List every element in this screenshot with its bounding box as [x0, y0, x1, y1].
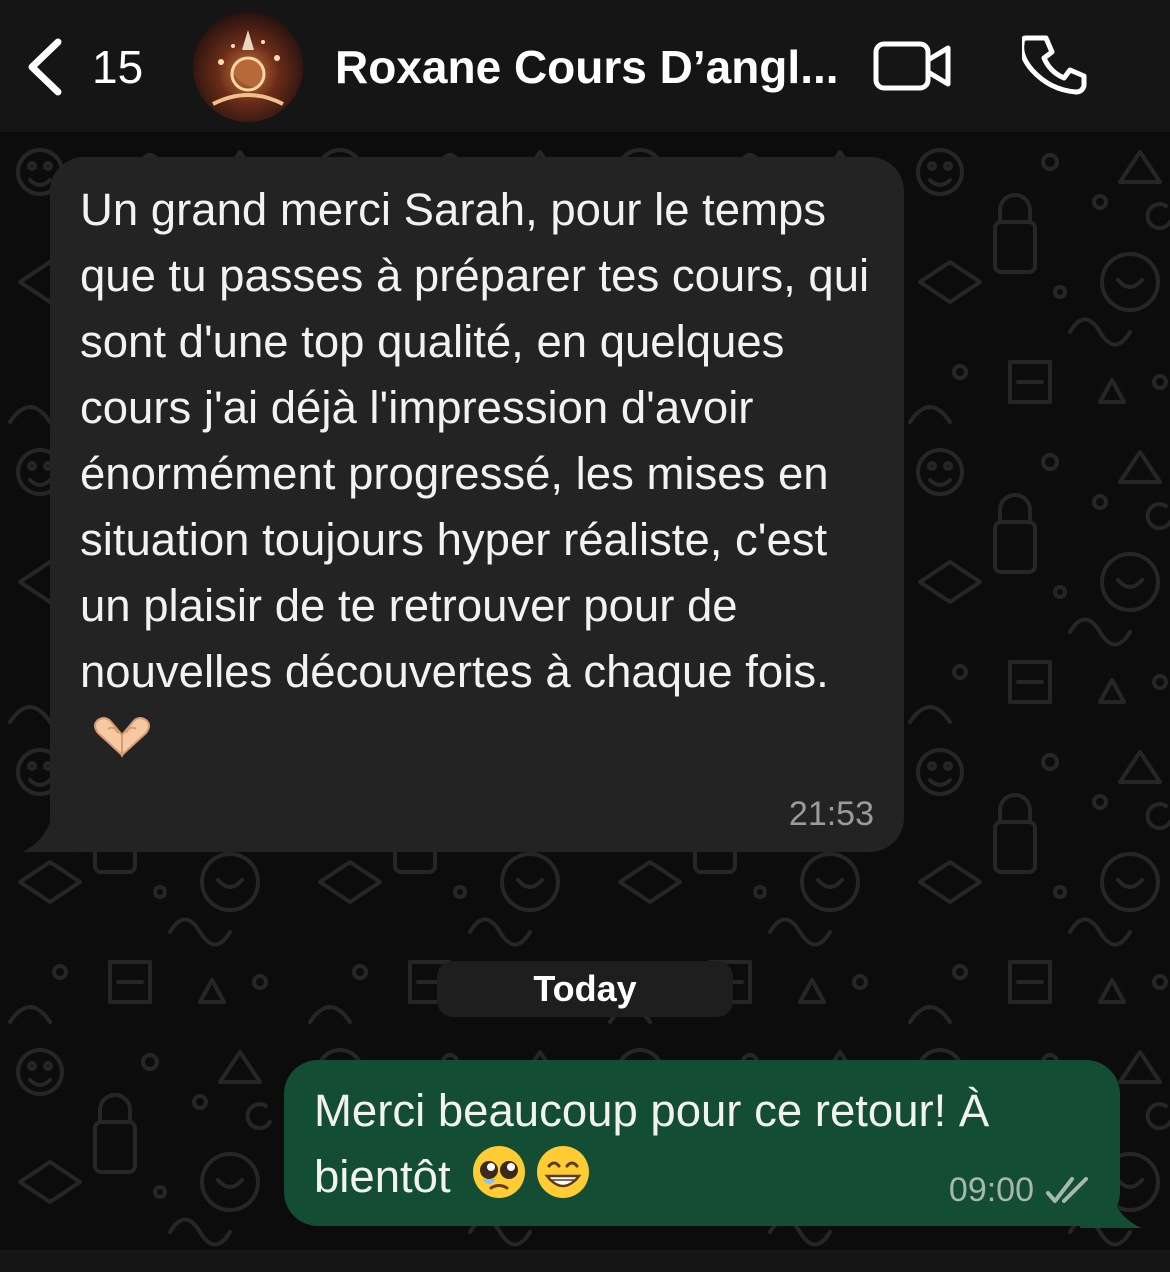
chat-screen: 15 Roxane Cours D’angl... Un grand merci… — [0, 0, 1170, 1272]
incoming-message-text: Un grand merci Sarah, pour le temps que … — [80, 177, 880, 771]
outgoing-message-bubble[interactable]: Merci beaucoup pour ce retour! À bientôt… — [284, 1060, 1120, 1226]
message-meta: 09:00 — [949, 1171, 1094, 1210]
incoming-message-bubble[interactable]: Un grand merci Sarah, pour le temps que … — [50, 157, 904, 852]
pleading-face-emoji — [473, 1146, 526, 1198]
date-separator: Today — [437, 961, 733, 1017]
chat-header: 15 Roxane Cours D’angl... — [0, 0, 1170, 132]
video-camera-icon[interactable] — [872, 38, 954, 94]
message-text: Merci beaucoup pour ce retour! À bientôt — [314, 1085, 990, 1202]
composer-edge — [0, 1250, 1170, 1272]
avatar[interactable] — [193, 12, 303, 122]
back-button[interactable]: 15 — [22, 36, 143, 98]
unread-count: 15 — [92, 41, 144, 93]
message-text: Un grand merci Sarah, pour le temps que … — [80, 184, 870, 697]
heart-hands-emoji — [94, 717, 150, 758]
grinning-face-emoji — [537, 1146, 590, 1198]
message-timestamp: 21:53 — [788, 795, 874, 833]
avatar-image — [193, 12, 303, 122]
chevron-left-icon — [28, 38, 62, 96]
phone-icon[interactable] — [1022, 32, 1088, 98]
double-check-icon — [1046, 1176, 1088, 1203]
message-timestamp: 09:00 — [948, 1171, 1034, 1209]
chat-title[interactable]: Roxane Cours D’angl... — [335, 38, 855, 96]
